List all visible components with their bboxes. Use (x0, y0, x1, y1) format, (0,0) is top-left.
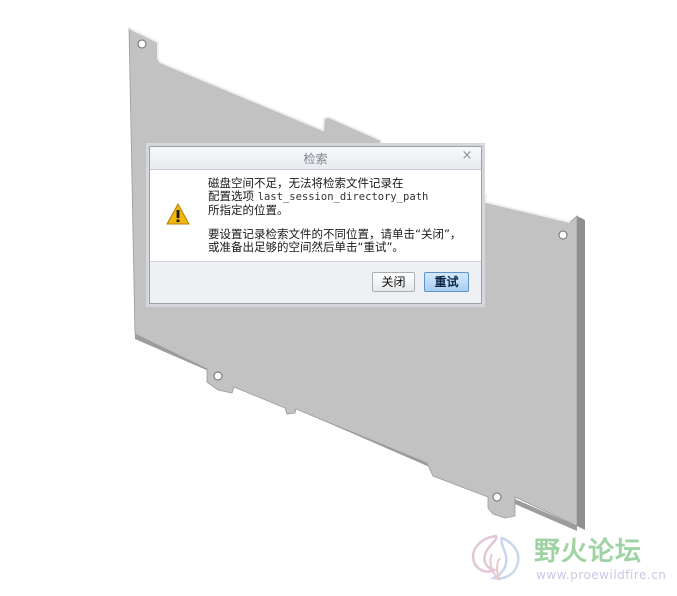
dialog-title: 检索 (303, 152, 328, 166)
forum-watermark: 野火论坛 www.proewildfire.cn (466, 528, 671, 590)
dialog-message: 磁盘空间不足，无法将检索文件记录在 配置选项 last_session_dire… (208, 177, 473, 254)
flame-logo-icon (471, 534, 520, 581)
config-option-name: last_session_directory_path (257, 191, 429, 203)
retry-button[interactable]: 重试 (424, 272, 469, 292)
message-line: 配置选项 last_session_directory_path (208, 190, 473, 204)
message-line: 所指定的位置。 (208, 203, 289, 217)
message-text: 配置选项 (208, 189, 254, 203)
mounting-hole (492, 492, 502, 502)
mounting-hole (213, 371, 223, 381)
close-button[interactable]: 关闭 (372, 272, 415, 292)
message-line: 或准备出足够的空间然后单击“重试”。 (208, 240, 404, 254)
watermark-name: 野火论坛 (534, 537, 643, 567)
dialog-body: 磁盘空间不足，无法将检索文件记录在 配置选项 last_session_dire… (150, 170, 481, 262)
mounting-hole (558, 230, 568, 240)
part-thickness-edge (577, 216, 585, 530)
dialog-footer: 关闭 重试 (150, 261, 481, 303)
warning-icon (166, 203, 190, 225)
dialog-titlebar[interactable]: 检索 × (150, 147, 481, 170)
close-icon[interactable]: × (460, 149, 474, 163)
mounting-hole (137, 39, 147, 49)
retrieve-dialog: 检索 × 磁盘空间不足，无法将检索文件记录在 配置选项 last_session… (149, 146, 482, 304)
watermark-url: www.proewildfire.cn (536, 568, 667, 582)
